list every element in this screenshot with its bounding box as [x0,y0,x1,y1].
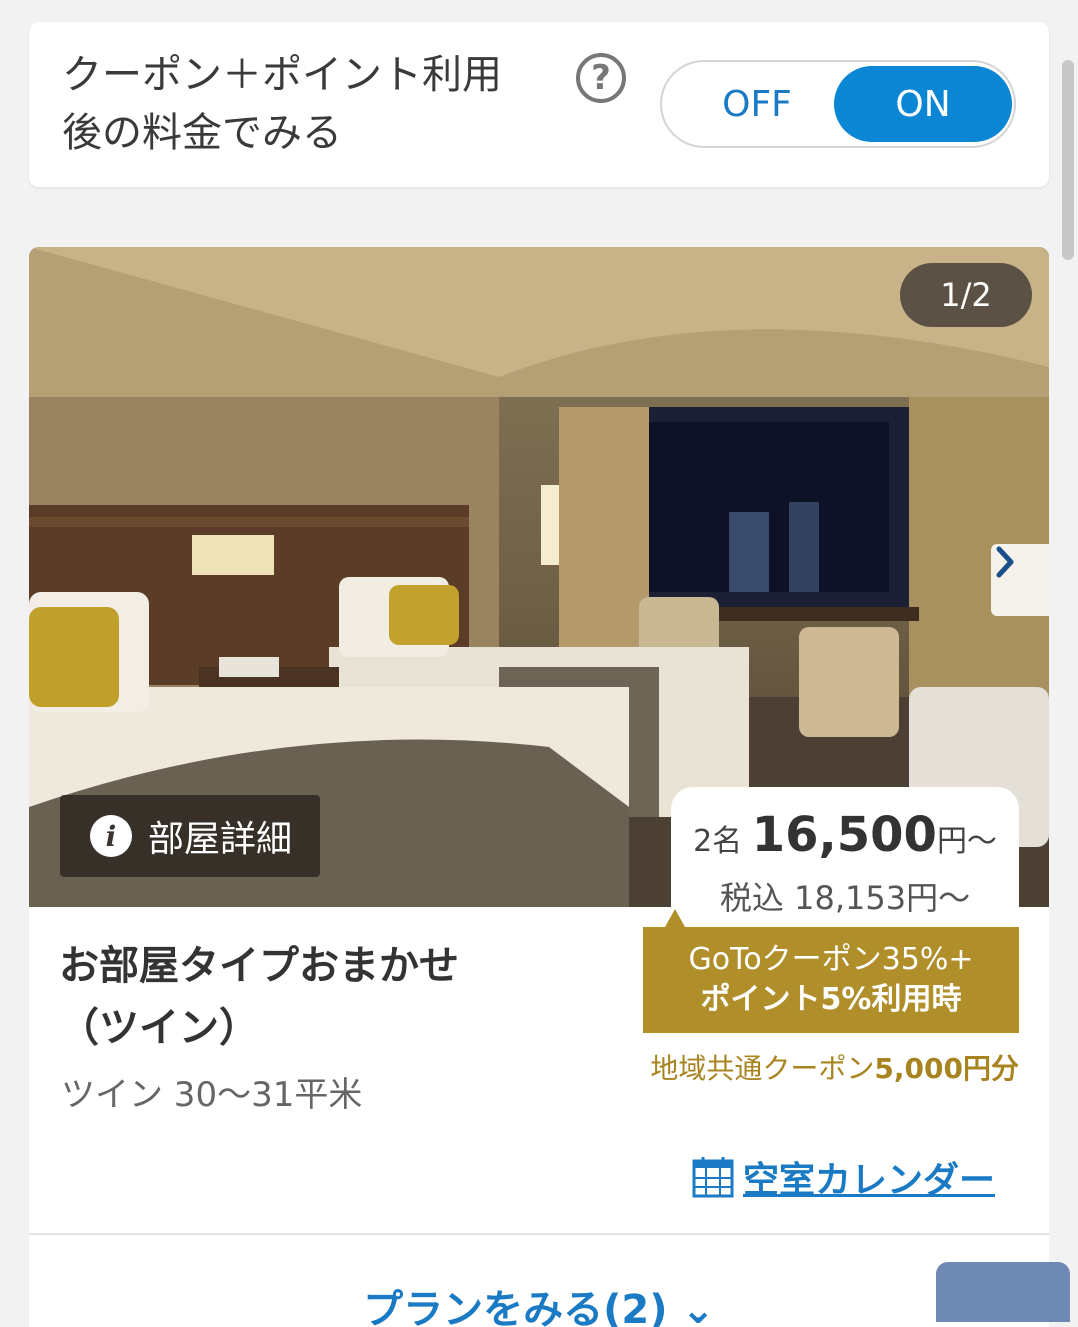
calendar-link-label: 空室カレンダー [743,1160,996,1201]
room-title: お部屋タイプおまかせ （ツイン） [59,943,459,1051]
switch-on-option[interactable]: ON [834,66,1012,142]
price-tax-included: 税込 18,153円〜 [719,879,971,917]
calendar-icon [692,1157,734,1198]
room-detail-button[interactable]: i 部屋詳細 [60,795,320,877]
coupon-line-2: ポイント5%利用時 [700,982,962,1017]
floating-action-button[interactable] [936,1262,1070,1322]
price-box: 2名 16,500円〜 税込 18,153円〜 [671,787,1019,927]
room-detail-label: 部屋詳細 [148,819,293,860]
help-icon[interactable]: ? [576,53,626,103]
price-unit: 円〜 [936,824,997,859]
regional-coupon-prefix: 地域共通クーポン [650,1052,875,1085]
view-plans-link[interactable]: プランをみる(2) ⌄ [29,1277,1049,1327]
regional-coupon: 地域共通クーポン5,000円分 [643,1047,1019,1087]
chevron-right-icon [996,546,1014,578]
room-subtitle: ツイン 30〜31平米 [61,1075,363,1115]
guest-count: 2名 [693,824,743,859]
price-amount: 16,500 [751,807,937,863]
coupon-toggle-label: クーポン＋ポイント利用 後の料金でみる [62,52,502,156]
scrollbar[interactable] [1062,60,1074,260]
regional-coupon-amount: 5,000円分 [874,1052,1019,1085]
coupon-toggle-card: クーポン＋ポイント利用 後の料金でみる ? OFF ON [29,22,1049,187]
coupon-switch[interactable]: OFF ON [660,60,1016,148]
price-main: 2名 16,500円〜 [671,807,1019,863]
availability-calendar-link[interactable]: 空室カレンダー [691,1151,995,1203]
image-counter: 1/2 [900,263,1032,327]
switch-off-option[interactable]: OFF [682,62,832,146]
coupon-line-1: GoToクーポン35%+ [688,942,974,977]
info-icon: i [90,815,132,857]
room-card: 1/2 i 部屋詳細 2名 16,500円〜 税込 18,153円〜 お部屋タイ… [29,247,1049,1327]
coupon-banner: GoToクーポン35%+ ポイント5%利用時 [643,909,1019,1033]
divider [29,1233,1049,1235]
next-image-button[interactable] [991,544,1049,616]
